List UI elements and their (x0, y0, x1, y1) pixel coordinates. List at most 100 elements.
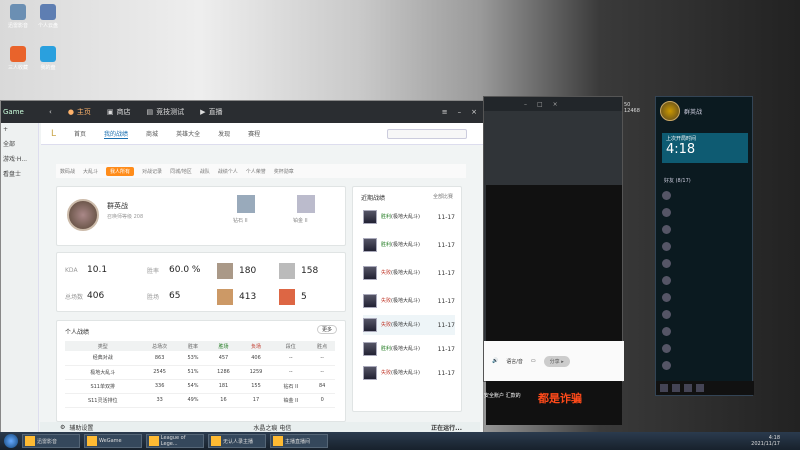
home-icon: ● (67, 108, 74, 116)
nav-home[interactable]: 首页 (74, 129, 86, 138)
player-name: 群英战 (107, 202, 128, 210)
desktop-icon[interactable]: 三人收藏 (4, 46, 32, 71)
table-row[interactable]: S11灵活排位 33 49% 16 17 铂金 II 0 (65, 393, 335, 408)
menu-icon[interactable]: ≡ (442, 108, 448, 116)
list-item[interactable]: 失败(极地大乱斗) 11-17 (363, 263, 455, 283)
list-item[interactable] (662, 289, 748, 306)
sound-icon[interactable]: 🔊 (492, 358, 498, 364)
more-button[interactable]: 更多 (316, 325, 337, 334)
taskbar-item[interactable]: 主播直播间 (270, 434, 328, 448)
tab-home[interactable]: ● 主页 (60, 101, 99, 123)
section-title: 近期战绩 (361, 195, 386, 202)
nav-records[interactable]: 我的战绩 (104, 129, 129, 139)
sidebar-item[interactable]: + (1, 123, 38, 136)
server-label: 水晶之痕 电信 (253, 425, 292, 432)
avatar[interactable] (660, 101, 680, 121)
taskbar-item[interactable]: 无认人录主播 (208, 434, 266, 448)
app-icon (149, 436, 159, 446)
add-friend-icon[interactable] (696, 384, 704, 392)
taskbar-item[interactable]: WeGame (84, 434, 142, 448)
subnav-item[interactable]: 奖杯勋章 (274, 168, 294, 175)
subnav-item[interactable]: 对战记录 (142, 168, 162, 175)
sidebar-item[interactable]: 全部 (1, 136, 38, 151)
stream-toolbar: – □ × (484, 97, 622, 111)
list-item[interactable]: 胜利(极地大乱斗) 11-17 (363, 207, 455, 227)
subnav-item[interactable]: 战队 (200, 168, 210, 175)
list-item[interactable] (662, 221, 748, 238)
stream-controls: 🔊 语言/音 ▭ 分享 ▸ (484, 341, 624, 381)
list-item[interactable]: 失败(极地大乱斗) 11-17 (363, 363, 455, 383)
nav-heroes[interactable]: 英雄大全 (176, 129, 200, 138)
taskbar-item[interactable]: 迅雷影音 (22, 434, 80, 448)
nav-discover[interactable]: 发现 (218, 129, 230, 138)
list-item[interactable] (662, 340, 748, 357)
tab-store[interactable]: ▣ 商店 (99, 101, 139, 123)
window-title: Game (3, 108, 24, 116)
nav-schedule[interactable]: 赛程 (248, 129, 260, 138)
minimize-icon[interactable]: – (458, 108, 462, 116)
nav-shop[interactable]: 商城 (146, 129, 158, 138)
minimize-icon[interactable]: – (524, 101, 527, 108)
subnav-item[interactable]: 战绩个人 (218, 168, 238, 175)
app-icon (25, 436, 35, 446)
taskbar-item[interactable]: League of Lege... (146, 434, 204, 448)
list-item[interactable] (662, 272, 748, 289)
tab-test[interactable]: ▤ 竞技测试 (139, 101, 193, 123)
sidebar-item[interactable]: 看盘士 (1, 166, 38, 181)
maximize-icon[interactable]: □ (537, 101, 543, 108)
friend-group[interactable]: 好友 (8/17) (664, 177, 691, 184)
desktop-icon[interactable]: 个人云盘 (34, 4, 62, 29)
subnav-item[interactable]: 同城/地区 (170, 168, 192, 175)
list-item[interactable] (662, 255, 748, 272)
assist-settings[interactable]: 辅助设置 (69, 423, 93, 432)
store-icon: ▣ (106, 108, 114, 116)
settings-icon[interactable]: ⚙ (60, 424, 65, 431)
list-item[interactable] (662, 357, 748, 374)
subnav-item[interactable]: 数码战 (60, 168, 75, 175)
close-icon[interactable]: × (553, 101, 558, 108)
filter-select[interactable]: 全部比赛 (433, 193, 453, 200)
stats-card: KDA 10.1 胜率 60.0 % 总场数 406 胜场 65 180 158 413 5 (56, 252, 346, 312)
desktop-icon[interactable]: 迅雷影音 (4, 4, 32, 29)
table-row[interactable]: 极地大乱斗 2545 51% 1286 1259 -- -- (65, 365, 335, 380)
list-item[interactable] (662, 323, 748, 340)
search-input[interactable] (387, 128, 467, 139)
table-row[interactable]: 经典对战 863 53% 457 406 -- -- (65, 351, 335, 366)
camera-icon[interactable]: ▭ (531, 358, 536, 364)
friends-panel: 群英战 上次开局时间 4:18 好友 (8/17) (655, 96, 754, 396)
list-item[interactable]: 胜利(极地大乱斗) 11-17 (363, 235, 455, 255)
section-title: 个人战绩 (65, 329, 90, 336)
close-icon[interactable]: × (471, 108, 477, 116)
running-status: 正在运行... (431, 425, 462, 432)
subnav-item-selected[interactable]: 我人所有 (106, 166, 135, 176)
list-item[interactable] (662, 238, 748, 255)
chat-icon[interactable] (660, 384, 668, 392)
sidebar-item[interactable]: 游戏·H... (1, 151, 38, 166)
tab-live[interactable]: ▶ 直播 (192, 101, 230, 123)
share-button[interactable]: 分享 ▸ (543, 355, 570, 367)
rank-badge-icon (297, 195, 315, 213)
subnav-item[interactable]: 个人荣誉 (246, 168, 266, 175)
friend-list (662, 187, 748, 374)
list-item[interactable]: 失败(极地大乱斗) 11-17 (363, 315, 455, 335)
wins-label: 胜场 (147, 293, 160, 301)
table-row[interactable]: S11单双排 336 54% 181 155 钻石 II 84 (65, 379, 335, 394)
mail-icon[interactable] (672, 384, 680, 392)
champion-icon (363, 294, 377, 308)
desktop-icon[interactable]: 我的盘 (34, 46, 62, 71)
list-item[interactable] (662, 306, 748, 323)
list-item[interactable] (662, 187, 748, 204)
champion-icon (363, 238, 377, 252)
list-item[interactable]: 胜利(极地大乱斗) 11-17 (363, 339, 455, 359)
champion-icon (363, 266, 377, 280)
back-icon[interactable]: ‹ (41, 101, 60, 123)
list-item[interactable]: 失败(极地大乱斗) 11-17 (363, 291, 455, 311)
list-item[interactable] (662, 204, 748, 221)
mic-icon[interactable] (684, 384, 692, 392)
clock[interactable]: 4:18 2021/11/17 (751, 435, 800, 447)
subnav-item[interactable]: 大乱斗 (83, 168, 98, 175)
start-button[interactable] (4, 434, 18, 448)
stat-value: 180 (239, 266, 257, 276)
counter-label: 50 12468 (624, 102, 640, 114)
avatar (67, 199, 99, 231)
